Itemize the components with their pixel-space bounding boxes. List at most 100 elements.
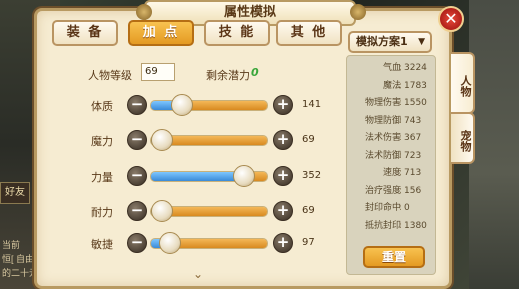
attribute-name: 治疗强度 bbox=[364, 185, 401, 196]
stat-value: 69 bbox=[302, 134, 315, 145]
minus-icon: − bbox=[130, 201, 144, 219]
stat-label: 耐力 bbox=[91, 206, 113, 219]
level-input[interactable]: 69 bbox=[141, 63, 175, 81]
side-tab-character[interactable]: 人物 bbox=[451, 52, 475, 114]
stat-value: 97 bbox=[302, 237, 315, 248]
attribute-row: 抵抗封印:1380 bbox=[347, 218, 437, 235]
separator: : bbox=[399, 185, 403, 196]
friends-button[interactable]: 好友 bbox=[0, 182, 30, 204]
chevron-down-icon: ▼ bbox=[418, 37, 425, 47]
separator: : bbox=[399, 133, 403, 143]
attribute-row: 治疗强度:156 bbox=[347, 183, 437, 200]
potential-value: 0 bbox=[251, 66, 259, 79]
separator: : bbox=[399, 150, 403, 161]
plus-icon: + bbox=[276, 95, 290, 113]
increase-button[interactable]: + bbox=[273, 130, 293, 150]
attribute-row: 物理防御:743 bbox=[347, 113, 437, 130]
attribute-row: 法术防御:723 bbox=[347, 148, 437, 165]
tab-skills[interactable]: 技 能 bbox=[204, 20, 270, 46]
decrease-button[interactable]: − bbox=[127, 130, 147, 150]
attribute-value: 156 bbox=[404, 185, 422, 196]
separator: : bbox=[399, 80, 403, 91]
decrease-button[interactable]: − bbox=[127, 95, 147, 115]
minus-icon: − bbox=[130, 95, 144, 113]
plus-icon: + bbox=[276, 130, 290, 148]
attribute-row: 法术伤害:367 bbox=[347, 130, 437, 147]
stat-label: 魔力 bbox=[91, 135, 113, 148]
attribute-name: 法术伤害 bbox=[364, 133, 401, 143]
scheme-select[interactable]: 模拟方案1 ▼ bbox=[348, 31, 432, 53]
stat-label: 力量 bbox=[91, 171, 113, 184]
attribute-name: 法术防御 bbox=[364, 150, 401, 161]
tab-other[interactable]: 其 他 bbox=[276, 20, 342, 46]
attribute-value: 713 bbox=[404, 168, 422, 178]
minus-icon: − bbox=[130, 233, 144, 251]
reset-button[interactable]: 重置 bbox=[363, 246, 425, 268]
plus-icon: + bbox=[276, 201, 290, 219]
attribute-name: 物理伤害 bbox=[364, 98, 401, 108]
close-button[interactable]: ✕ bbox=[438, 6, 464, 32]
attribute-row: 物理伤害:1550 bbox=[347, 95, 437, 112]
separator: : bbox=[399, 63, 403, 73]
plus-icon: + bbox=[276, 166, 290, 184]
minus-icon: − bbox=[130, 130, 144, 148]
decrease-button[interactable]: − bbox=[127, 233, 147, 253]
plus-icon: + bbox=[276, 233, 290, 251]
level-label: 人物等级 bbox=[88, 69, 132, 82]
stat-slider-track[interactable] bbox=[150, 100, 268, 111]
minus-icon: − bbox=[130, 166, 144, 184]
tab-add-points[interactable]: 加 点 bbox=[128, 20, 194, 46]
scroll-down-chevron-icon[interactable]: ⌄ bbox=[193, 267, 203, 281]
attribute-row: 魔法:1783 bbox=[347, 78, 437, 95]
stat-value: 69 bbox=[302, 205, 315, 216]
decrease-button[interactable]: − bbox=[127, 166, 147, 186]
scheme-select-value: 模拟方案1 bbox=[356, 35, 408, 48]
close-icon: ✕ bbox=[444, 9, 458, 28]
attribute-value: 1550 bbox=[404, 98, 427, 108]
chat-snippet-2: 恒[ 自由 bbox=[2, 254, 35, 264]
attribute-value: 743 bbox=[404, 115, 422, 126]
separator: : bbox=[399, 115, 403, 126]
attribute-value: 3224 bbox=[404, 63, 427, 73]
title-ornament-left-icon bbox=[136, 4, 152, 20]
separator: : bbox=[399, 220, 403, 231]
attribute-row: 速度:713 bbox=[347, 165, 437, 182]
separator: : bbox=[399, 203, 403, 213]
slider-handle[interactable] bbox=[170, 94, 193, 116]
chat-snippet-1: 当前 bbox=[2, 240, 21, 250]
separator: : bbox=[399, 168, 403, 178]
attribute-name: 气血 bbox=[382, 63, 401, 73]
separator: : bbox=[399, 98, 403, 108]
attribute-summary: 气血:3224 魔法:1783 物理伤害:1550 物理防御:743 法术伤害:367 法… bbox=[346, 55, 436, 275]
slider-handle[interactable] bbox=[150, 129, 173, 151]
side-tab-pet[interactable]: 宠物 bbox=[451, 112, 475, 164]
attribute-name: 魔法 bbox=[382, 80, 401, 91]
slider-fill bbox=[151, 172, 244, 181]
attribute-row: 气血:3224 bbox=[347, 60, 437, 77]
attribute-value: 723 bbox=[404, 150, 422, 161]
attribute-name: 速度 bbox=[382, 168, 401, 178]
decrease-button[interactable]: − bbox=[127, 201, 147, 221]
title-ornament-right-icon bbox=[350, 4, 366, 20]
increase-button[interactable]: + bbox=[273, 166, 293, 186]
chat-snippet-3: 的二十元 bbox=[2, 268, 39, 278]
attribute-row: 封印命中:0 bbox=[347, 200, 437, 217]
stat-label: 体质 bbox=[91, 100, 113, 113]
stat-value: 141 bbox=[302, 99, 322, 110]
stat-value: 352 bbox=[302, 170, 322, 181]
slider-handle[interactable] bbox=[150, 200, 173, 222]
slider-handle[interactable] bbox=[159, 232, 182, 254]
attribute-name: 抵抗封印 bbox=[364, 220, 401, 231]
attribute-value: 1380 bbox=[404, 220, 427, 231]
game-background-right bbox=[469, 0, 519, 289]
potential-label: 剩余潜力 bbox=[206, 69, 250, 82]
stat-label: 敏捷 bbox=[91, 238, 113, 251]
increase-button[interactable]: + bbox=[273, 201, 293, 221]
attribute-value: 367 bbox=[404, 133, 422, 143]
attribute-value: 0 bbox=[404, 203, 410, 213]
increase-button[interactable]: + bbox=[273, 95, 293, 115]
tab-equipment[interactable]: 装 备 bbox=[52, 20, 118, 46]
increase-button[interactable]: + bbox=[273, 233, 293, 253]
attribute-value: 1783 bbox=[404, 80, 427, 91]
window-title: 属性模拟 bbox=[223, 5, 276, 20]
